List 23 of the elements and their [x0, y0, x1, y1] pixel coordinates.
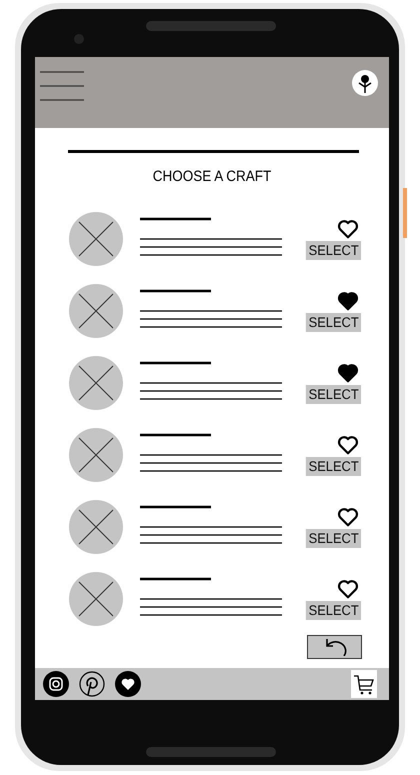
pinterest-icon[interactable] [79, 671, 105, 697]
heart-icon[interactable] [337, 578, 359, 600]
page-title: CHOOSE A CRAFT [152, 168, 272, 185]
select-button[interactable]: SELECT [305, 529, 361, 548]
select-button[interactable]: SELECT [305, 313, 361, 332]
heart-icon[interactable] [337, 290, 359, 312]
select-button[interactable]: SELECT [305, 457, 361, 476]
instagram-icon[interactable] [43, 671, 69, 697]
image-placeholder-icon [69, 500, 123, 554]
image-placeholder-icon [69, 356, 123, 410]
image-placeholder-icon [69, 428, 123, 482]
image-placeholder-icon [69, 572, 123, 626]
select-button[interactable]: SELECT [305, 385, 361, 404]
image-placeholder-icon [69, 212, 123, 266]
heart-icon[interactable] [337, 218, 359, 240]
heart-icon[interactable] [337, 434, 359, 456]
back-button[interactable] [307, 635, 362, 659]
heart-icon[interactable] [337, 506, 359, 528]
select-button[interactable]: SELECT [305, 241, 361, 260]
image-placeholder-icon [69, 284, 123, 338]
logo-icon[interactable] [351, 69, 379, 97]
select-button[interactable]: SELECT [305, 601, 361, 620]
heart-icon[interactable] [337, 362, 359, 384]
